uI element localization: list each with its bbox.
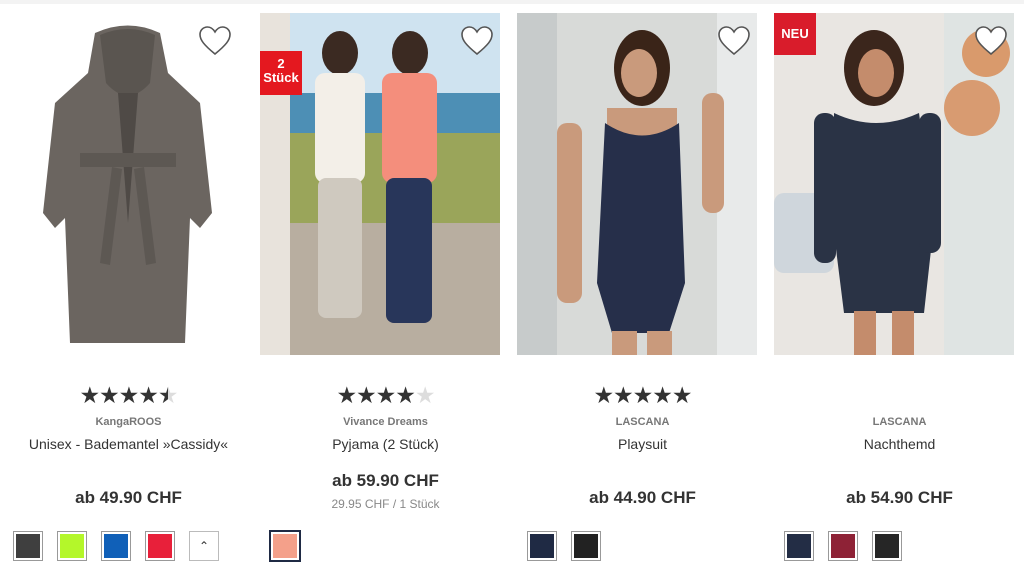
color-swatch[interactable] [13, 531, 43, 561]
product-price: ab 49.90 CHF [75, 488, 182, 507]
star-icon: ★★★★ [336, 382, 415, 408]
wishlist-heart-icon[interactable] [460, 25, 494, 57]
color-swatch[interactable] [571, 531, 601, 561]
product-brand: KangaROOS [95, 416, 162, 428]
wishlist-heart-icon[interactable] [198, 25, 232, 57]
playsuit-image [517, 13, 757, 355]
product-name[interactable]: Nachthemd [771, 436, 1024, 452]
product-price: ab 44.90 CHF [589, 488, 696, 507]
color-swatches [784, 531, 902, 562]
product-image[interactable] [517, 13, 757, 355]
chevron-up-icon: ⌃ [198, 539, 210, 553]
nightdress-image [774, 13, 1014, 355]
product-grid: ★★★★★ KangaROOS Unisex - Bademantel »Cas… [0, 0, 1024, 587]
color-swatch[interactable] [269, 530, 301, 562]
color-swatch[interactable] [784, 531, 814, 561]
product-image[interactable] [0, 13, 257, 355]
product-card[interactable]: 2 Stück ★★★★★ Vivance Dreams Pyjama (2 St… [257, 0, 514, 587]
product-image[interactable] [774, 13, 1014, 355]
color-swatch[interactable] [828, 531, 858, 561]
unit-price: 29.95 CHF / 1 Stück [331, 497, 440, 511]
star-empty-icon: ★ [414, 382, 436, 408]
rating-stars: ★★★★★ [257, 382, 514, 409]
product-card[interactable]: ★★★★★ KangaROOS Unisex - Bademantel »Cas… [0, 0, 257, 587]
color-swatch[interactable] [872, 531, 902, 561]
product-brand: LASCANA [615, 416, 670, 428]
color-swatches [269, 530, 301, 562]
product-name[interactable]: Playsuit [514, 436, 771, 452]
product-card[interactable]: NEU LASCANA Nachthemd ab 54.90 CHF [771, 0, 1024, 587]
product-name[interactable]: Unisex - Bademantel »Cassidy« [0, 436, 257, 452]
new-badge: NEU [774, 13, 816, 55]
product-brand: LASCANA [872, 416, 927, 428]
star-icon: ★★★★ [79, 382, 158, 408]
color-swatches [527, 531, 601, 562]
rating-stars: ★★★★★ [0, 382, 257, 409]
color-swatch[interactable] [145, 531, 175, 561]
rating-stars: ★★★★★ [514, 382, 771, 409]
star-half-icon: ★ [157, 382, 179, 408]
product-price: ab 54.90 CHF [846, 488, 953, 507]
wishlist-heart-icon[interactable] [717, 25, 751, 57]
more-colors-button[interactable]: ⌃ [189, 531, 219, 561]
product-brand: Vivance Dreams [343, 416, 428, 428]
product-name[interactable]: Pyjama (2 Stück) [257, 436, 514, 452]
product-card[interactable]: ★★★★★ LASCANA Playsuit ab 44.90 CHF [514, 0, 771, 587]
color-swatch[interactable] [101, 531, 131, 561]
product-price: ab 59.90 CHF [332, 471, 439, 490]
quantity-badge: 2 Stück [260, 51, 302, 95]
color-swatch[interactable] [527, 531, 557, 561]
wishlist-heart-icon[interactable] [974, 25, 1008, 57]
bathrobe-image [0, 13, 257, 355]
color-swatches: ⌃ [13, 531, 219, 562]
star-icon: ★★★★★ [593, 382, 692, 408]
color-swatch[interactable] [57, 531, 87, 561]
